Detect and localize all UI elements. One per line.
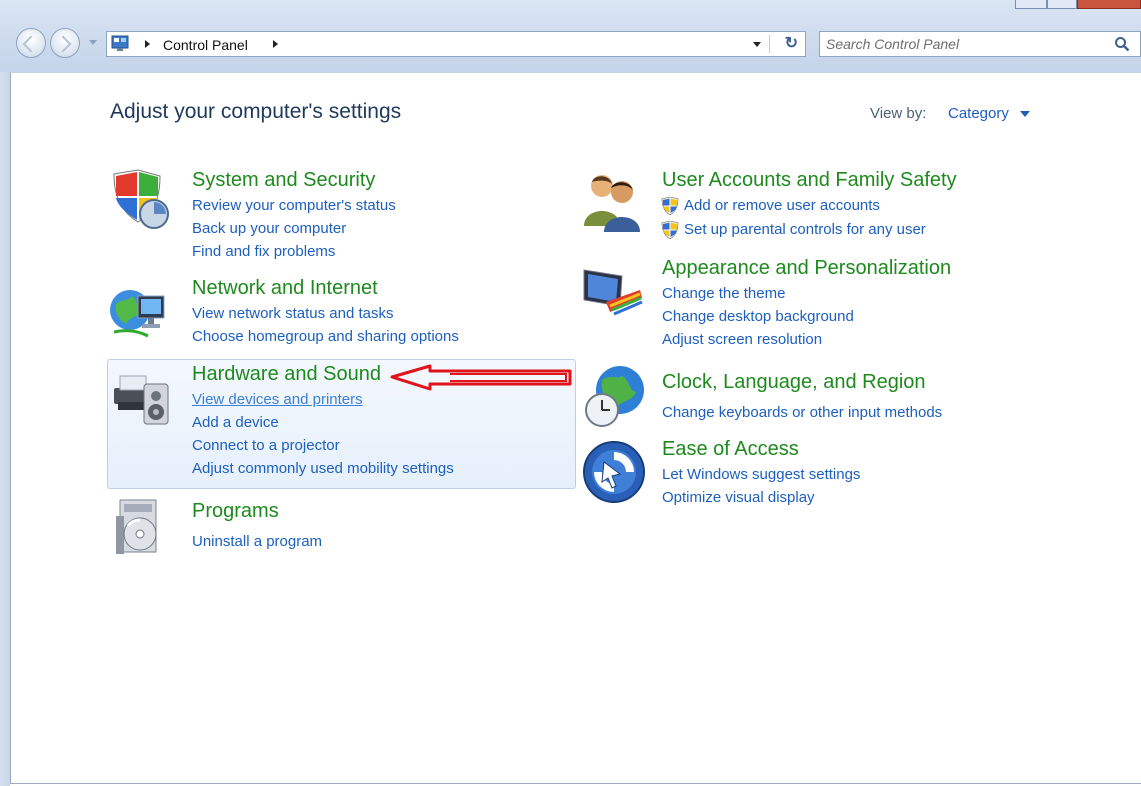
link-back-up-computer[interactable]: Back up your computer [192,220,346,237]
back-button[interactable] [16,28,46,58]
address-bar[interactable]: Control Panel ↻ [106,31,806,57]
address-separator [769,35,770,53]
page-title: Adjust your computer's settings [110,100,402,123]
category-title-clock-language-region[interactable]: Clock, Language, and Region [662,371,926,394]
link-view-devices-and-printers[interactable]: View devices and printers [192,391,363,408]
address-history-dropdown-icon[interactable] [753,42,761,47]
search-input[interactable] [826,34,1106,54]
printer-speaker-icon[interactable] [110,366,174,430]
window-titlebar: Control Panel ↻ [0,0,1141,72]
search-box[interactable] [819,31,1141,57]
annotation-arrow-icon [390,364,572,391]
recent-pages-dropdown-icon[interactable] [89,40,97,45]
minimize-button[interactable] [1015,0,1047,9]
category-title-system-and-security[interactable]: System and Security [192,169,375,192]
link-review-computer-status[interactable]: Review your computer's status [192,197,396,214]
close-button[interactable] [1077,0,1141,9]
breadcrumb-control-panel[interactable]: Control Panel [163,37,248,53]
link-optimize-visual-display[interactable]: Optimize visual display [662,489,815,506]
category-title-hardware-and-sound[interactable]: Hardware and Sound [192,363,381,386]
link-adjust-mobility-settings[interactable]: Adjust commonly used mobility settings [192,460,454,477]
link-set-up-parental-controls[interactable]: Set up parental controls for any user [684,221,926,238]
breadcrumb-chevron-icon[interactable] [273,40,278,48]
link-uninstall-program[interactable]: Uninstall a program [192,533,322,550]
link-change-keyboards[interactable]: Change keyboards or other input methods [662,404,942,421]
users-icon[interactable] [580,170,644,234]
category-title-user-accounts[interactable]: User Accounts and Family Safety [662,169,957,192]
shield-icon[interactable] [108,168,172,232]
category-title-ease-of-access[interactable]: Ease of Access [662,438,799,461]
link-change-theme[interactable]: Change the theme [662,285,785,302]
category-title-appearance[interactable]: Appearance and Personalization [662,257,951,280]
forward-button[interactable] [50,28,80,58]
link-change-desktop-background[interactable]: Change desktop background [662,308,854,325]
uac-shield-icon [661,197,679,215]
link-let-windows-suggest-settings[interactable]: Let Windows suggest settings [662,466,860,483]
clock-globe-icon[interactable] [582,364,646,428]
link-add-remove-user-accounts[interactable]: Add or remove user accounts [684,197,880,214]
view-by-dropdown-icon[interactable] [1020,111,1030,117]
monitor-palette-icon[interactable] [580,262,644,326]
uac-shield-icon [661,221,679,239]
network-globe-icon[interactable] [108,282,172,346]
navigation-bar: Control Panel ↻ [0,26,1141,66]
link-choose-homegroup[interactable]: Choose homegroup and sharing options [192,328,459,345]
window-controls [1001,0,1141,9]
programs-disc-icon[interactable] [108,496,172,560]
link-adjust-screen-resolution[interactable]: Adjust screen resolution [662,331,822,348]
view-by-category-dropdown[interactable]: Category [948,105,1009,122]
search-icon[interactable] [1114,36,1130,52]
refresh-icon[interactable]: ↻ [785,33,798,53]
link-view-network-status[interactable]: View network status and tasks [192,305,394,322]
category-title-programs[interactable]: Programs [192,500,279,523]
link-find-and-fix-problems[interactable]: Find and fix problems [192,243,335,260]
breadcrumb-chevron-icon[interactable] [145,40,150,48]
link-connect-to-projector[interactable]: Connect to a projector [192,437,340,454]
maximize-button[interactable] [1047,0,1077,9]
ease-of-access-icon[interactable] [582,440,646,504]
control-panel-icon [111,35,129,51]
category-title-network-and-internet[interactable]: Network and Internet [192,277,378,300]
window-left-frame [0,72,10,786]
view-by-label: View by: [870,105,927,122]
link-add-a-device[interactable]: Add a device [192,414,279,431]
